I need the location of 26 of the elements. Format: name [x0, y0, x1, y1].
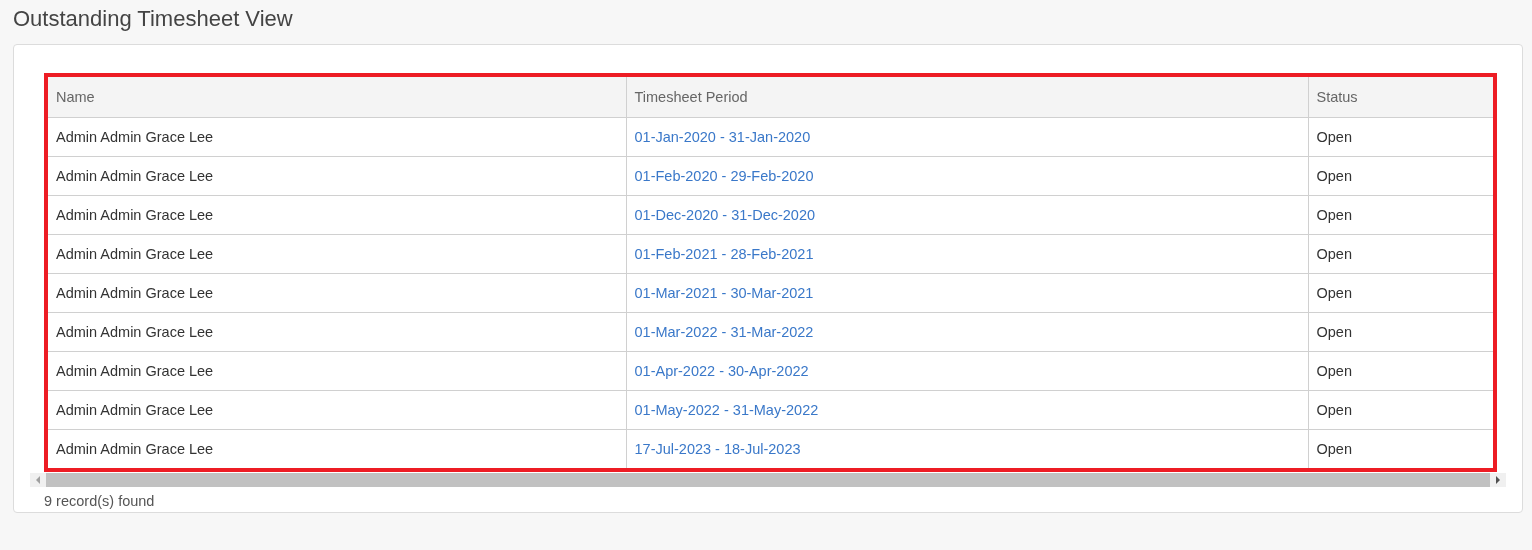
period-link[interactable]: 01-Feb-2020 - 29-Feb-2020: [634, 167, 814, 184]
table-cell: Admin Admin Grace Lee: [48, 312, 626, 351]
table-cell: Admin Admin Grace Lee: [48, 117, 626, 156]
period-link[interactable]: 01-Dec-2020 - 31-Dec-2020: [634, 206, 816, 223]
column-header: Timesheet Period: [626, 77, 1308, 117]
table-cell: Admin Admin Grace Lee: [48, 429, 626, 468]
period-link[interactable]: 01-Apr-2022 - 30-Apr-2022: [634, 362, 809, 379]
column-header: Name: [48, 77, 626, 117]
period-link[interactable]: 01-Jan-2020 - 31-Jan-2020: [634, 128, 811, 145]
period-link[interactable]: 01-May-2022 - 31-May-2022: [634, 401, 819, 418]
period-link[interactable]: 17-Jul-2023 - 18-Jul-2023: [634, 440, 801, 457]
scrollbar[interactable]: [30, 473, 1506, 487]
table-cell: Admin Admin Grace Lee: [48, 351, 626, 390]
period-link[interactable]: 01-Feb-2021 - 28-Feb-2021: [634, 245, 814, 262]
table-cell: Admin Admin Grace Lee: [48, 390, 626, 429]
period-link[interactable]: 01-Mar-2022 - 31-Mar-2022: [634, 323, 814, 340]
page-title: Outstanding Timesheet View: [12, 5, 294, 33]
scroll-right-icon[interactable]: [1495, 476, 1501, 484]
table-cell: Admin Admin Grace Lee: [48, 195, 626, 234]
table-cell: Admin Admin Grace Lee: [48, 156, 626, 195]
scroll-left-icon[interactable]: [35, 476, 41, 484]
column-header: Status: [1308, 77, 1493, 117]
period-link[interactable]: 01-Mar-2021 - 30-Mar-2021: [634, 284, 814, 301]
record-count: 9 record(s) found: [43, 492, 156, 511]
table-cell: Admin Admin Grace Lee: [48, 234, 626, 273]
table-cell: Admin Admin Grace Lee: [48, 273, 626, 312]
